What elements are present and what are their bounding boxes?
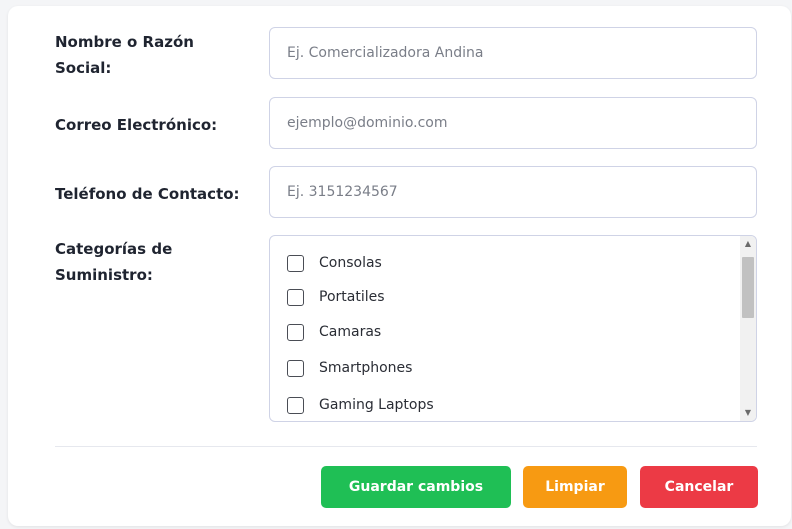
phone-label: Teléfono de Contacto: bbox=[55, 185, 240, 203]
form-divider bbox=[55, 446, 757, 447]
triangle-up-icon[interactable]: ▲ bbox=[740, 236, 756, 252]
checkbox[interactable] bbox=[287, 323, 304, 341]
category-option-consolas[interactable]: Consolas bbox=[287, 251, 382, 275]
checkbox[interactable] bbox=[287, 396, 304, 414]
category-label: Consolas bbox=[319, 255, 382, 271]
clear-button[interactable]: Limpiar bbox=[523, 466, 627, 508]
listbox-scrollbar[interactable]: ▲ ▼ bbox=[740, 236, 756, 421]
checkbox[interactable] bbox=[287, 359, 304, 377]
category-option-gaming-laptops[interactable]: Gaming Laptops bbox=[287, 393, 434, 417]
scrollbar-thumb[interactable] bbox=[742, 257, 754, 318]
checkbox[interactable] bbox=[287, 254, 304, 272]
category-option-portatiles[interactable]: Portatiles bbox=[287, 285, 385, 309]
category-label: Camaras bbox=[319, 324, 382, 340]
category-label: Portatiles bbox=[319, 289, 385, 305]
supplier-form-card: Nombre o Razón Social: Correo Electrónic… bbox=[8, 6, 791, 526]
email-label: Correo Electrónico: bbox=[55, 116, 218, 134]
name-input[interactable] bbox=[269, 27, 757, 79]
category-option-camaras[interactable]: Camaras bbox=[287, 320, 381, 344]
category-label: Gaming Laptops bbox=[319, 397, 434, 413]
triangle-down-icon[interactable]: ▼ bbox=[740, 405, 756, 421]
checkbox[interactable] bbox=[287, 288, 304, 306]
save-button[interactable]: Guardar cambios bbox=[321, 466, 511, 508]
cancel-button[interactable]: Cancelar bbox=[640, 466, 758, 508]
category-label: Smartphones bbox=[319, 360, 413, 376]
categories-listbox[interactable]: Consolas Portatiles Camaras Smartphones … bbox=[269, 235, 757, 422]
name-label: Nombre o Razón Social: bbox=[55, 33, 194, 77]
phone-input[interactable] bbox=[269, 166, 757, 218]
email-input[interactable] bbox=[269, 97, 757, 149]
category-option-smartphones[interactable]: Smartphones bbox=[287, 356, 412, 380]
categories-label: Categorías de Suministro: bbox=[55, 240, 173, 284]
